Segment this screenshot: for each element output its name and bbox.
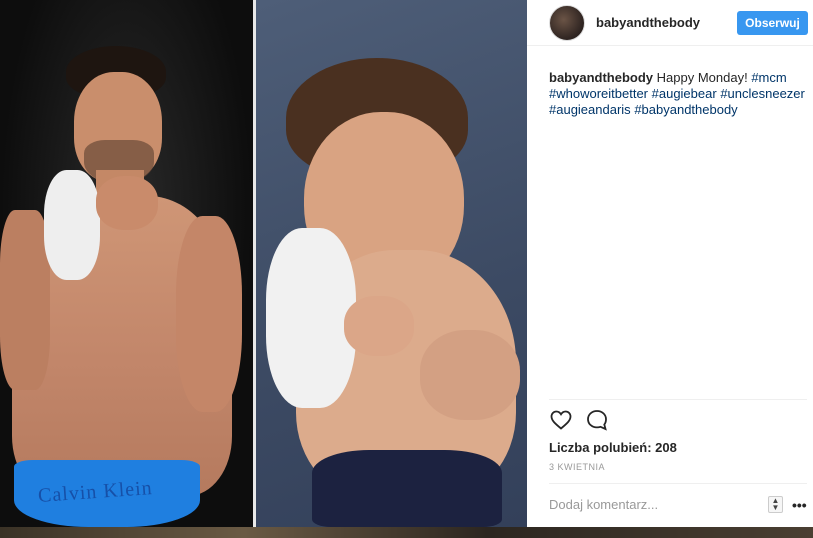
- avatar[interactable]: [549, 5, 585, 41]
- hashtag-link[interactable]: #babyandthebody: [634, 102, 737, 117]
- towel-shape: [44, 170, 100, 280]
- post-caption: babyandthebody Happy Monday! #mcm #whowo…: [549, 70, 807, 118]
- bottom-background-strip: [0, 527, 813, 538]
- caption-author[interactable]: babyandthebody: [549, 70, 653, 85]
- comment-input[interactable]: [549, 495, 759, 513]
- baby-arm-shape: [420, 330, 520, 420]
- likes-count[interactable]: Liczba polubień: 208: [549, 440, 677, 455]
- more-options-icon[interactable]: •••: [792, 497, 807, 513]
- header-username[interactable]: babyandthebody: [596, 15, 700, 30]
- post-date: 3 KWIETNIA: [549, 462, 606, 472]
- hashtag-link[interactable]: #whoworeitbetter: [549, 86, 648, 101]
- caption-text: Happy Monday!: [656, 70, 748, 85]
- right-arm-shape: [176, 216, 242, 412]
- fist-shape: [96, 176, 158, 230]
- hashtag-link[interactable]: #augiebear: [652, 86, 717, 101]
- left-arm-shape: [0, 210, 50, 390]
- photo-right-baby: [256, 0, 527, 527]
- post-image[interactable]: Calvin Klein: [0, 0, 527, 527]
- baby-towel-shape: [266, 228, 356, 408]
- post-sidebar: babyandthebody Obserwuj babyandthebody H…: [527, 0, 813, 527]
- follow-button[interactable]: Obserwuj: [737, 11, 808, 35]
- comment-icon[interactable]: [585, 408, 609, 432]
- baby-diaper-shape: [312, 450, 502, 527]
- baby-hand-shape: [344, 296, 414, 356]
- comment-divider: [549, 483, 807, 484]
- heart-icon[interactable]: [549, 408, 573, 432]
- scroll-spinner-icon[interactable]: ▲ ▼: [768, 496, 783, 513]
- hashtag-link[interactable]: #augieandaris: [549, 102, 631, 117]
- actions-divider: [549, 399, 807, 400]
- photo-left-man: Calvin Klein: [0, 0, 253, 527]
- post-header: babyandthebody Obserwuj: [527, 0, 813, 46]
- hashtag-link[interactable]: #mcm: [751, 70, 786, 85]
- hashtag-link[interactable]: #unclesneezer: [720, 86, 805, 101]
